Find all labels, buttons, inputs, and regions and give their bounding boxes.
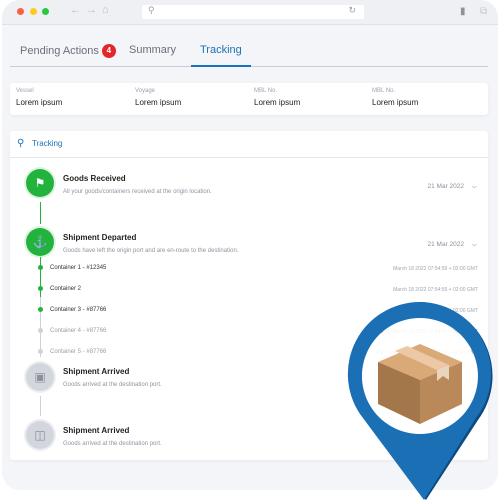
back-arrow-icon[interactable]: ←: [70, 4, 81, 16]
pending-count-badge: 4: [101, 44, 116, 58]
shipment-delivered-icon: ◫: [26, 421, 54, 449]
timeline-connector: [40, 202, 41, 224]
step-desc: Goods arrived at the destination port.: [63, 441, 162, 447]
goods-received-icon: ⚑: [26, 169, 54, 197]
info-label: MBL No.: [254, 88, 278, 94]
info-vessel: Vessel Lorem ipsum: [16, 88, 62, 107]
info-mbl: MBL No. Lorem ipsum: [254, 88, 300, 107]
map-pin-graphic: [347, 301, 493, 500]
tab-pending-actions[interactable]: Pending Actions 4: [20, 44, 116, 58]
info-label: MBL No.: [372, 88, 396, 94]
step-date: 21 Mar 2022: [427, 183, 465, 190]
step-title: Shipment Arrived: [63, 426, 130, 435]
maximize-window-button[interactable]: [42, 8, 49, 15]
container-name[interactable]: Container 2: [50, 286, 81, 292]
chevron-down-icon[interactable]: ⌄: [470, 239, 479, 248]
container-status-dot: [38, 328, 43, 333]
step-desc: Goods have left the origin port and are …: [63, 248, 239, 254]
close-window-button[interactable]: [17, 8, 24, 15]
step-desc: All your goods/containers received at th…: [63, 189, 212, 195]
info-label: Voyage: [135, 88, 156, 94]
step-title: Goods Received: [63, 174, 126, 183]
extension-icon[interactable]: ▮: [460, 6, 466, 17]
info-value: Lorem ipsum: [372, 98, 419, 107]
container-status-dot: [38, 349, 43, 354]
step-title: Shipment Departed: [63, 233, 137, 242]
minimize-window-button[interactable]: [30, 8, 37, 15]
tab-bar: Pending Actions 4 Summary Tracking: [2, 36, 498, 68]
container-name[interactable]: Container 4 - #87766: [50, 328, 106, 334]
container-status-dot: [38, 265, 43, 270]
container-status-dot: [38, 286, 43, 291]
container-time: March 18 2022 07:54:59 + 02:00 GMT: [393, 266, 478, 272]
step-title: Shipment Arrived: [63, 367, 130, 376]
info-value: Lorem ipsum: [135, 98, 182, 107]
shipment-info-card: Vessel Lorem ipsum Voyage Lorem ipsum MBL …: [10, 83, 488, 115]
container-name[interactable]: Container 1 - #12345: [50, 265, 106, 271]
location-pin-icon: ⚲: [17, 138, 25, 149]
browser-toolbar: ← → ⌂ ⚲ ↻ ▮ ⧉: [2, 0, 498, 25]
info-voyage: Voyage Lorem ipsum: [135, 88, 181, 107]
step-date: 21 Mar 2022: [427, 241, 465, 248]
container-time: March 18 2022 07:54:59 + 02:00 GMT: [393, 287, 478, 293]
shipment-departed-icon: ⚓: [26, 228, 54, 256]
container-status-dot: [38, 307, 43, 312]
home-icon[interactable]: ⌂: [102, 4, 109, 16]
info-value: Lorem ipsum: [16, 98, 63, 107]
active-tab-indicator: [191, 65, 251, 67]
address-bar[interactable]: ⚲ ↻: [142, 5, 364, 19]
tracking-title: Tracking: [32, 139, 63, 148]
tab-summary[interactable]: Summary: [129, 44, 176, 56]
forward-arrow-icon[interactable]: →: [86, 4, 97, 16]
container-name[interactable]: Container 3 - #87766: [50, 307, 106, 313]
container-line-pending: [40, 297, 41, 357]
chevron-down-icon[interactable]: ⌄: [470, 181, 479, 190]
reload-icon[interactable]: ↻: [348, 5, 356, 16]
container-name[interactable]: Container 5 - #87766: [50, 349, 106, 355]
tab-tracking[interactable]: Tracking: [200, 44, 242, 56]
tracking-header: ⚲ Tracking: [10, 131, 488, 158]
info-label: Vessel: [16, 88, 34, 94]
shipment-arrived-icon: ▣: [26, 363, 54, 391]
container-line-active: [40, 257, 41, 297]
tabs-icon[interactable]: ⧉: [480, 6, 487, 17]
info-value: Lorem ipsum: [254, 98, 301, 107]
timeline-connector: [40, 396, 41, 416]
tab-label: Pending Actions: [20, 44, 99, 57]
search-icon: ⚲: [148, 5, 155, 15]
step-desc: Goods arrived at the destination port.: [63, 382, 162, 388]
info-mbl-2: MBL No. Lorem ipsum: [372, 88, 418, 107]
